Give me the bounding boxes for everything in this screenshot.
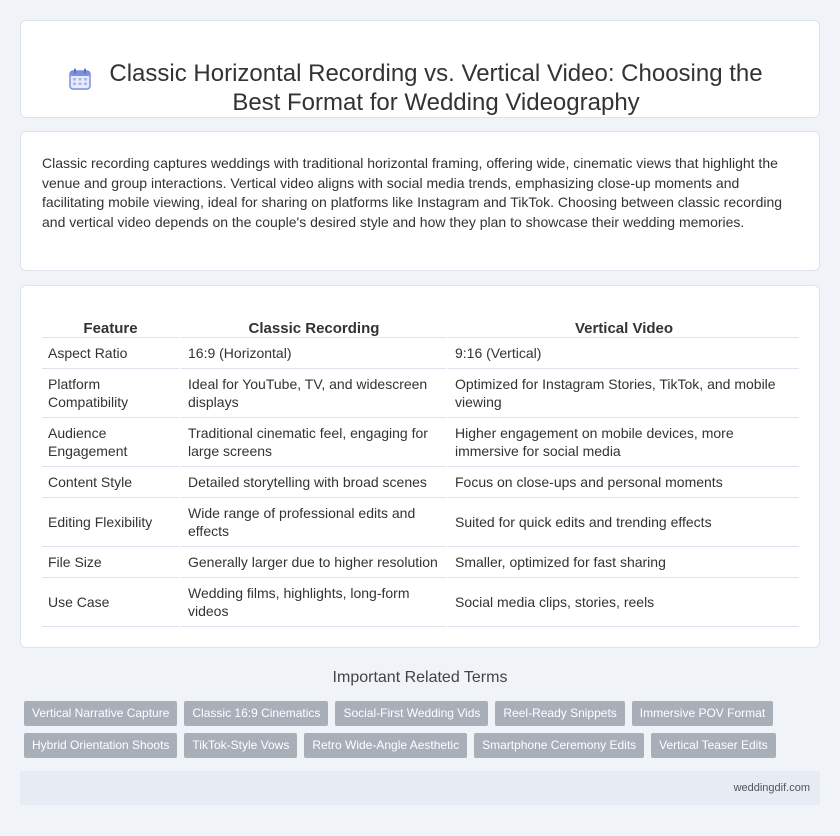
related-tag[interactable]: Immersive POV Format bbox=[631, 701, 774, 726]
related-tag[interactable]: Hybrid Orientation Shoots bbox=[24, 733, 178, 758]
page-title: Classic Horizontal Recording vs. Vertica… bbox=[109, 60, 763, 116]
comparison-table: Feature Classic Recording Vertical Video… bbox=[42, 316, 799, 627]
table-cell: Smaller, optimized for fast sharing bbox=[446, 547, 799, 578]
header-classic-recording: Classic Recording bbox=[179, 316, 446, 338]
table-header-row: Feature Classic Recording Vertical Video bbox=[42, 316, 799, 338]
table-cell: Wide range of professional edits and eff… bbox=[179, 498, 446, 547]
table-row: Audience Engagement Traditional cinemati… bbox=[42, 418, 799, 467]
table-cell: Content Style bbox=[42, 467, 179, 498]
related-tag[interactable]: Retro Wide-Angle Aesthetic bbox=[304, 733, 468, 758]
table-cell: Detailed storytelling with broad scenes bbox=[179, 467, 446, 498]
related-terms-heading: Important Related Terms bbox=[332, 669, 508, 686]
table-cell: File Size bbox=[42, 547, 179, 578]
intro-paragraph: Classic recording captures weddings with… bbox=[42, 155, 783, 230]
header-vertical-video: Vertical Video bbox=[446, 316, 799, 338]
related-tag[interactable]: Vertical Narrative Capture bbox=[24, 701, 178, 726]
header-feature: Feature bbox=[42, 316, 179, 338]
title-card: Classic Horizontal Recording vs. Vertica… bbox=[20, 20, 820, 118]
table-cell: Wedding films, highlights, long-form vid… bbox=[179, 578, 446, 627]
table-row: Editing Flexibility Wide range of profes… bbox=[42, 498, 799, 547]
table-cell: Generally larger due to higher resolutio… bbox=[179, 547, 446, 578]
table-cell: Platform Compatibility bbox=[42, 369, 179, 418]
table-cell: Audience Engagement bbox=[42, 418, 179, 467]
table-row: File Size Generally larger due to higher… bbox=[42, 547, 799, 578]
related-tag[interactable]: TikTok-Style Vows bbox=[184, 733, 298, 758]
footer: weddingdif.com bbox=[20, 771, 820, 805]
related-tag[interactable]: Smartphone Ceremony Edits bbox=[474, 733, 645, 758]
table-cell: 16:9 (Horizontal) bbox=[179, 338, 446, 369]
table-cell: Suited for quick edits and trending effe… bbox=[446, 498, 799, 547]
related-tag[interactable]: Classic 16:9 Cinematics bbox=[184, 701, 329, 726]
footer-site-link[interactable]: weddingdif.com bbox=[734, 782, 810, 794]
related-tag[interactable]: Reel-Ready Snippets bbox=[495, 701, 625, 726]
table-cell: Traditional cinematic feel, engaging for… bbox=[179, 418, 446, 467]
table-row: Aspect Ratio 16:9 (Horizontal) 9:16 (Ver… bbox=[42, 338, 799, 369]
related-tags-row: Hybrid Orientation Shoots TikTok-Style Vo… bbox=[24, 733, 824, 758]
comparison-card: Feature Classic Recording Vertical Video… bbox=[20, 285, 820, 648]
table-cell: Editing Flexibility bbox=[42, 498, 179, 547]
related-tags-row: Vertical Narrative Capture Classic 16:9 C… bbox=[24, 701, 824, 726]
table-row: Platform Compatibility Ideal for YouTube… bbox=[42, 369, 799, 418]
table-cell: Ideal for YouTube, TV, and widescreen di… bbox=[179, 369, 446, 418]
table-cell: Focus on close-ups and personal moments bbox=[446, 467, 799, 498]
table-cell: Use Case bbox=[42, 578, 179, 627]
intro-card: Classic recording captures weddings with… bbox=[20, 131, 820, 271]
related-tag[interactable]: Social-First Wedding Vids bbox=[335, 701, 489, 726]
table-cell: Optimized for Instagram Stories, TikTok,… bbox=[446, 369, 799, 418]
table-row: Content Style Detailed storytelling with… bbox=[42, 467, 799, 498]
related-tag[interactable]: Vertical Teaser Edits bbox=[651, 733, 776, 758]
table-row: Use Case Wedding films, highlights, long… bbox=[42, 578, 799, 627]
table-cell: 9:16 (Vertical) bbox=[446, 338, 799, 369]
table-cell: Aspect Ratio bbox=[42, 338, 179, 369]
table-cell: Social media clips, stories, reels bbox=[446, 578, 799, 627]
table-cell: Higher engagement on mobile devices, mor… bbox=[446, 418, 799, 467]
